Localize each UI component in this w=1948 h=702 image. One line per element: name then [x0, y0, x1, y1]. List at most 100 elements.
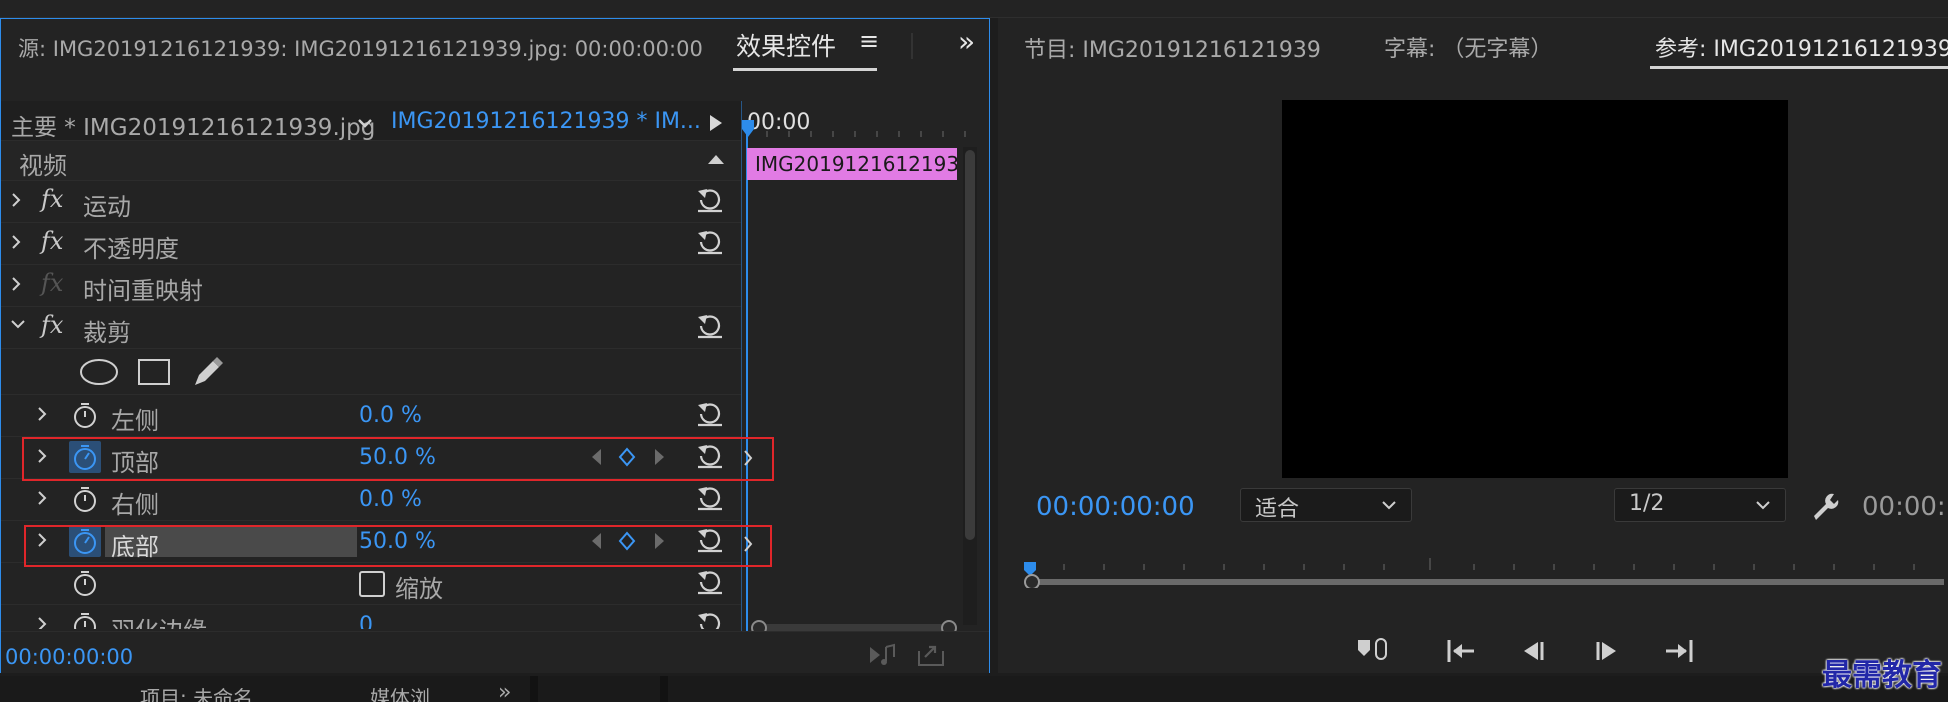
resolution-dropdown[interactable]: 1/2	[1614, 488, 1786, 522]
reset-icon[interactable]	[695, 525, 725, 555]
captions-tab[interactable]: 字幕: （无字幕）	[1384, 31, 1552, 63]
chevron-right-icon[interactable]	[9, 275, 23, 293]
param-value[interactable]: 50.0 %	[359, 529, 436, 554]
play-audio-icon[interactable]	[866, 641, 898, 669]
collapse-up-icon[interactable]	[706, 151, 726, 167]
pen-mask-icon[interactable]	[191, 355, 225, 389]
timeline-scrollbar[interactable]	[963, 147, 977, 625]
ellipse-mask-icon[interactable]	[79, 357, 119, 387]
param-value[interactable]: 0.0 %	[359, 487, 422, 512]
chevron-right-icon[interactable]	[35, 447, 49, 465]
stopwatch-active-icon[interactable]	[69, 525, 101, 557]
panel-overflow-icon[interactable]: »	[958, 25, 975, 58]
prev-keyframe-icon[interactable]	[589, 447, 605, 467]
chevron-right-icon[interactable]	[741, 534, 755, 554]
stopwatch-icon[interactable]	[71, 401, 99, 429]
next-keyframe-icon[interactable]	[651, 531, 667, 551]
zoom-checkbox[interactable]	[359, 571, 385, 597]
effect-row-crop[interactable]: fx 裁剪	[1, 307, 741, 349]
next-keyframe-icon[interactable]	[651, 447, 667, 467]
reset-icon[interactable]	[695, 227, 725, 257]
play-triangle-icon[interactable]	[701, 109, 731, 137]
fx-badge-icon[interactable]: fx	[41, 311, 63, 339]
program-tab[interactable]: 节目: IMG20191216121939	[1024, 32, 1321, 64]
reset-icon[interactable]	[695, 609, 725, 629]
add-keyframe-icon[interactable]	[617, 447, 637, 467]
active-tab-underline	[1650, 66, 1948, 69]
param-row-left[interactable]: 左侧 0.0 %	[1, 395, 741, 437]
reset-icon[interactable]	[695, 441, 725, 471]
reset-icon[interactable]	[695, 399, 725, 429]
params-divider	[741, 101, 742, 641]
video-preview[interactable]	[1282, 100, 1788, 478]
resolution-dropdown-value: 1/2	[1629, 491, 1665, 516]
scrollbar-thumb[interactable]	[965, 150, 975, 540]
add-marker-icon[interactable]	[1354, 634, 1394, 668]
param-row-top[interactable]: 顶部 50.0 %	[1, 437, 741, 479]
source-tab[interactable]: 源: IMG20191216121939: IMG20191216121939.…	[18, 33, 703, 63]
panel-gap	[660, 676, 668, 702]
effect-name: 裁剪	[83, 319, 131, 347]
stopwatch-active-icon[interactable]	[69, 441, 101, 473]
panel-gap	[530, 676, 538, 702]
chevron-down-icon[interactable]	[351, 109, 379, 137]
param-name: 底部	[111, 533, 159, 561]
effect-controls-tab[interactable]: 效果控件	[736, 27, 836, 63]
duration-timecode: 00:00:	[1862, 492, 1946, 522]
param-row-feather[interactable]: 羽化边缘 0	[1, 605, 741, 629]
chevron-right-icon[interactable]	[35, 405, 49, 423]
effect-row-motion[interactable]: fx 运动	[1, 181, 741, 223]
stopwatch-icon[interactable]	[71, 569, 99, 597]
effect-name: 运动	[83, 193, 131, 221]
sequence-clip-label[interactable]: IMG20191216121939 * IM...	[391, 109, 701, 134]
param-row-right[interactable]: 右侧 0.0 %	[1, 479, 741, 521]
export-icon[interactable]	[915, 641, 947, 669]
chevron-right-icon[interactable]	[35, 531, 49, 549]
rectangle-mask-icon[interactable]	[137, 357, 171, 387]
master-clip-label[interactable]: 主要 * IMG20191216121939.jpg	[11, 108, 375, 142]
prev-keyframe-icon[interactable]	[589, 531, 605, 551]
chevron-right-icon[interactable]	[9, 233, 23, 251]
reference-tab[interactable]: 参考: IMG20191216121939	[1655, 31, 1948, 63]
effect-row-time-remap[interactable]: fx 时间重映射	[1, 265, 741, 307]
project-tab[interactable]: 项目: 未命名	[140, 684, 253, 702]
fx-badge-icon[interactable]: fx	[41, 185, 63, 213]
param-name: 右侧	[111, 491, 159, 519]
reset-icon[interactable]	[695, 567, 725, 597]
chevron-right-icon[interactable]	[9, 191, 23, 209]
param-row-bottom[interactable]: 底部 50.0 %	[1, 521, 741, 563]
playhead-marker-icon[interactable]	[741, 119, 755, 139]
program-monitor-panel: 节目: IMG20191216121939 字幕: （无字幕） 参考: IMG2…	[998, 18, 1948, 673]
step-back-icon[interactable]	[1518, 636, 1548, 666]
effect-row-opacity[interactable]: fx 不透明度	[1, 223, 741, 265]
clip-bar[interactable]: IMG20191216121939	[747, 148, 957, 180]
reset-icon[interactable]	[695, 483, 725, 513]
reset-icon[interactable]	[695, 185, 725, 215]
stopwatch-icon[interactable]	[71, 485, 99, 513]
go-to-in-icon[interactable]	[1444, 636, 1478, 666]
panel-menu-icon[interactable]: ≡	[859, 27, 879, 55]
chevron-right-icon[interactable]	[741, 448, 755, 468]
program-time-ruler[interactable]	[1024, 548, 1948, 588]
chevron-right-icon[interactable]	[35, 489, 49, 507]
fx-badge-icon[interactable]: fx	[41, 227, 63, 255]
chevron-right-icon[interactable]	[35, 615, 49, 629]
fit-dropdown[interactable]: 适合	[1240, 488, 1412, 522]
chevron-down-icon[interactable]	[9, 317, 27, 331]
step-forward-icon[interactable]	[1592, 636, 1622, 666]
param-value[interactable]: 50.0 %	[359, 445, 436, 470]
param-name: 左侧	[111, 407, 159, 435]
param-row-zoom[interactable]: 缩放	[1, 563, 741, 605]
add-keyframe-icon[interactable]	[617, 531, 637, 551]
program-timecode[interactable]: 00:00:00:00	[1036, 492, 1195, 522]
bottom-overflow-icon[interactable]: »	[498, 680, 511, 702]
stopwatch-icon[interactable]	[71, 611, 99, 629]
effect-name: 不透明度	[83, 235, 179, 263]
wrench-icon[interactable]	[1808, 490, 1840, 522]
param-value[interactable]: 0.0 %	[359, 403, 422, 428]
current-timecode[interactable]: 00:00:00:00	[5, 645, 133, 669]
media-browser-tab[interactable]: 媒体浏	[370, 684, 430, 702]
param-value[interactable]: 0	[359, 613, 373, 629]
reset-icon[interactable]	[695, 311, 725, 341]
go-to-out-icon[interactable]	[1662, 636, 1696, 666]
